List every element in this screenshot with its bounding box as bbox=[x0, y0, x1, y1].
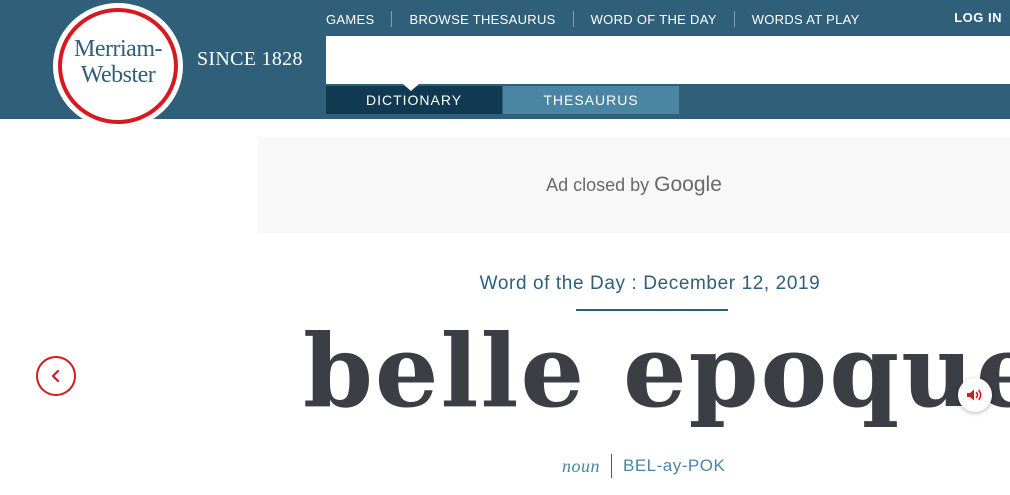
attribute-divider bbox=[611, 454, 612, 478]
nav-divider bbox=[572, 11, 574, 27]
headword: belle epoque bbox=[303, 312, 1010, 430]
merriam-webster-logo[interactable]: Merriam- Webster bbox=[53, 3, 183, 129]
nav-divider bbox=[391, 11, 393, 27]
ad-google-brand: Google bbox=[654, 173, 722, 196]
speaker-icon bbox=[967, 389, 982, 401]
tab-thesaurus[interactable]: THESAURUS bbox=[503, 86, 679, 114]
since-tagline: SINCE 1828 bbox=[197, 48, 303, 70]
previous-word-button[interactable] bbox=[36, 356, 76, 396]
word-of-day-label: Word of the Day : December 12, 2019 bbox=[479, 273, 821, 294]
pronunciation: BEL-ay-POK bbox=[623, 456, 726, 475]
nav-games[interactable]: GAMES bbox=[326, 12, 374, 27]
chevron-left-icon bbox=[51, 369, 60, 383]
nav-word-of-the-day[interactable]: WORD OF THE DAY bbox=[591, 12, 717, 27]
top-nav: GAMES BROWSE THESAURUS WORD OF THE DAY W… bbox=[326, 10, 860, 28]
word-attributes: noun BEL-ay-POK bbox=[562, 454, 726, 478]
logo-line-2: Webster bbox=[80, 62, 156, 88]
ad-slot: Ad closed by Google bbox=[258, 137, 1010, 233]
ad-closed-text: Ad closed by bbox=[546, 174, 650, 195]
logo-line-1: Merriam- bbox=[74, 36, 162, 62]
word-of-day-underline bbox=[576, 309, 728, 311]
search-input[interactable] bbox=[326, 36, 1010, 84]
nav-divider bbox=[733, 11, 735, 27]
active-tab-pointer bbox=[403, 84, 419, 91]
nav-words-at-play[interactable]: WORDS AT PLAY bbox=[752, 12, 860, 27]
logo-wordmark: Merriam- Webster bbox=[53, 36, 183, 88]
nav-browse-thesaurus[interactable]: BROWSE THESAURUS bbox=[409, 12, 555, 27]
play-pronunciation-button[interactable] bbox=[958, 378, 992, 412]
login-link[interactable]: LOG IN bbox=[954, 10, 1002, 25]
part-of-speech: noun bbox=[562, 455, 600, 476]
